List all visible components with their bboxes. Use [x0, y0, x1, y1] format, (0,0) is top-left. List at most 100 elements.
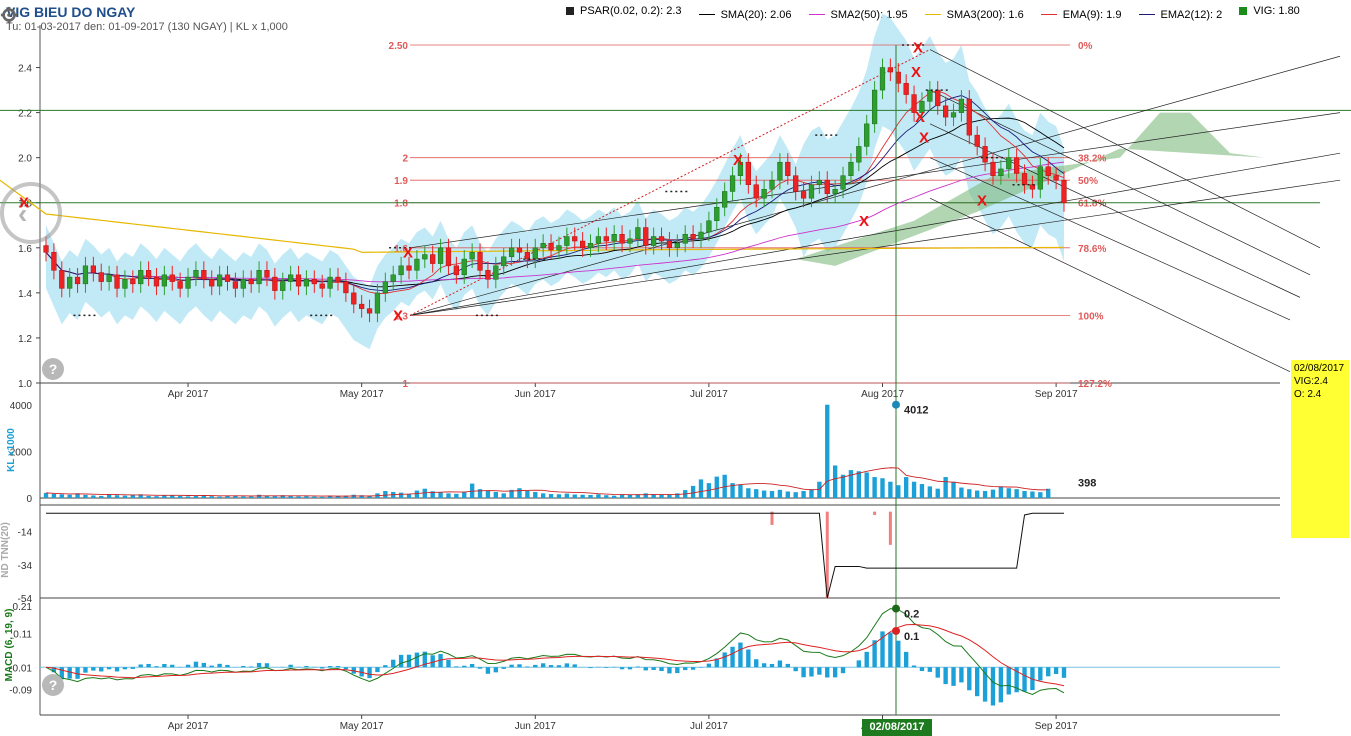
macd-histogram-bar — [864, 651, 869, 668]
signal-x-marker: X — [913, 39, 923, 56]
signal-x-marker: X — [911, 64, 921, 81]
macd-histogram-bar — [493, 667, 498, 673]
volume-bar — [272, 496, 278, 498]
macd-histogram-bar — [375, 667, 380, 673]
candle-body — [966, 98, 972, 136]
volume-bar — [596, 494, 601, 498]
macd-histogram-bar — [320, 667, 325, 669]
macd-histogram-bar — [548, 665, 554, 668]
macd-histogram-bar — [604, 667, 609, 668]
candle-body — [106, 274, 112, 282]
volume-bar — [1006, 488, 1011, 498]
macd-histogram-bar — [651, 667, 656, 670]
volume-bar — [604, 495, 609, 498]
macd-histogram-bar — [809, 667, 814, 677]
macd-histogram-bar — [746, 649, 751, 668]
macd-histogram-bar — [367, 667, 372, 679]
macd-histogram-bar — [477, 667, 483, 669]
volume-bar — [856, 471, 862, 498]
volume-last-label: 398 — [1078, 478, 1096, 490]
zoom-back-icon[interactable]: ‹ — [0, 182, 62, 244]
candle-body — [840, 175, 846, 190]
candle-body — [216, 274, 223, 287]
volume-bar — [83, 494, 88, 498]
candle-body — [587, 243, 594, 249]
macd-histogram-bar — [754, 659, 759, 668]
candle-body — [958, 98, 965, 113]
macd-histogram-bar — [588, 667, 593, 669]
volume-bar — [256, 494, 262, 498]
macd-histogram-bar — [67, 667, 72, 679]
macd-histogram-bar — [888, 632, 893, 668]
candle-body — [682, 234, 688, 244]
candle-body — [595, 236, 602, 244]
macd-histogram-bar — [509, 664, 514, 668]
fib-level-label: 127.2% — [1078, 379, 1112, 390]
candle-body — [729, 175, 736, 192]
price-tick-label: 1.0 — [18, 379, 32, 390]
macd-histogram-bar — [675, 667, 680, 674]
candle-body — [351, 292, 357, 305]
signal-x-marker: X — [393, 307, 403, 324]
macd-histogram-bar — [256, 662, 262, 668]
candle-body — [651, 236, 657, 246]
candle-body — [130, 279, 136, 285]
chart-canvas[interactable]: 1.01.21.41.61.82.02.22.4Apr 2017Apr 2017… — [0, 0, 1351, 736]
help-icon[interactable]: ? — [42, 358, 64, 380]
help-icon-macd[interactable]: ? — [42, 674, 64, 696]
candle-body — [406, 265, 412, 271]
candle-body — [1053, 175, 1059, 181]
candle-body — [777, 161, 783, 181]
macd-histogram-bar — [1006, 667, 1011, 695]
volume-bar — [572, 494, 577, 498]
macd-histogram-bar — [288, 664, 293, 668]
macd-histogram-bar — [967, 667, 972, 691]
candle-body — [193, 270, 199, 278]
volume-bar — [154, 496, 159, 498]
volume-bar — [896, 485, 901, 498]
candle-body — [635, 227, 641, 240]
macd-histogram-bar — [667, 667, 672, 674]
candle-body — [674, 243, 680, 249]
candle-body — [311, 279, 317, 285]
macd-histogram-bar — [825, 667, 830, 678]
candle-body — [879, 67, 886, 91]
candle-body — [398, 265, 404, 276]
volume-bar — [99, 495, 104, 498]
volume-bar — [1014, 489, 1019, 498]
candle-body — [690, 234, 696, 240]
x-tick-label: Apr 2017 — [168, 389, 209, 400]
volume-bar — [967, 489, 972, 498]
tooltip-date: 02/08/2017 — [1294, 363, 1345, 374]
volume-bar — [454, 493, 459, 498]
volume-bar — [517, 488, 522, 498]
candle-body — [288, 274, 294, 282]
volume-bar — [761, 490, 767, 498]
candle-body — [469, 252, 475, 260]
volume-bar — [793, 492, 798, 498]
macd-histogram-bar — [446, 659, 451, 668]
macd-histogram-bar — [643, 667, 648, 671]
fib-level-left-label: 2 — [402, 154, 408, 165]
candle-body — [51, 252, 57, 271]
candle-body — [698, 231, 704, 240]
candle-body — [714, 206, 720, 222]
fib-level-label: 38.2% — [1078, 154, 1106, 165]
macd-histogram-bar — [1022, 667, 1027, 692]
candle-body — [627, 238, 633, 244]
candle-body — [485, 270, 491, 280]
candle-body — [950, 112, 957, 118]
nd-tick-label: -34 — [18, 561, 33, 572]
volume-bar — [840, 474, 846, 498]
crosshair-tooltip: 02/08/2017 VIG:2.4 O: 2.4 — [1291, 360, 1349, 538]
candle-body — [816, 179, 822, 185]
macd-histogram-bar — [777, 660, 783, 668]
candle-body — [493, 265, 499, 280]
macd-histogram-bar — [430, 655, 435, 668]
candle-body — [280, 281, 286, 291]
x-tick-label-bottom: Jul 2017 — [690, 721, 728, 732]
volume-bar — [122, 495, 128, 498]
volume-bar — [982, 491, 988, 498]
price-tick-label: 1.4 — [18, 289, 32, 300]
candle-body — [508, 247, 515, 258]
